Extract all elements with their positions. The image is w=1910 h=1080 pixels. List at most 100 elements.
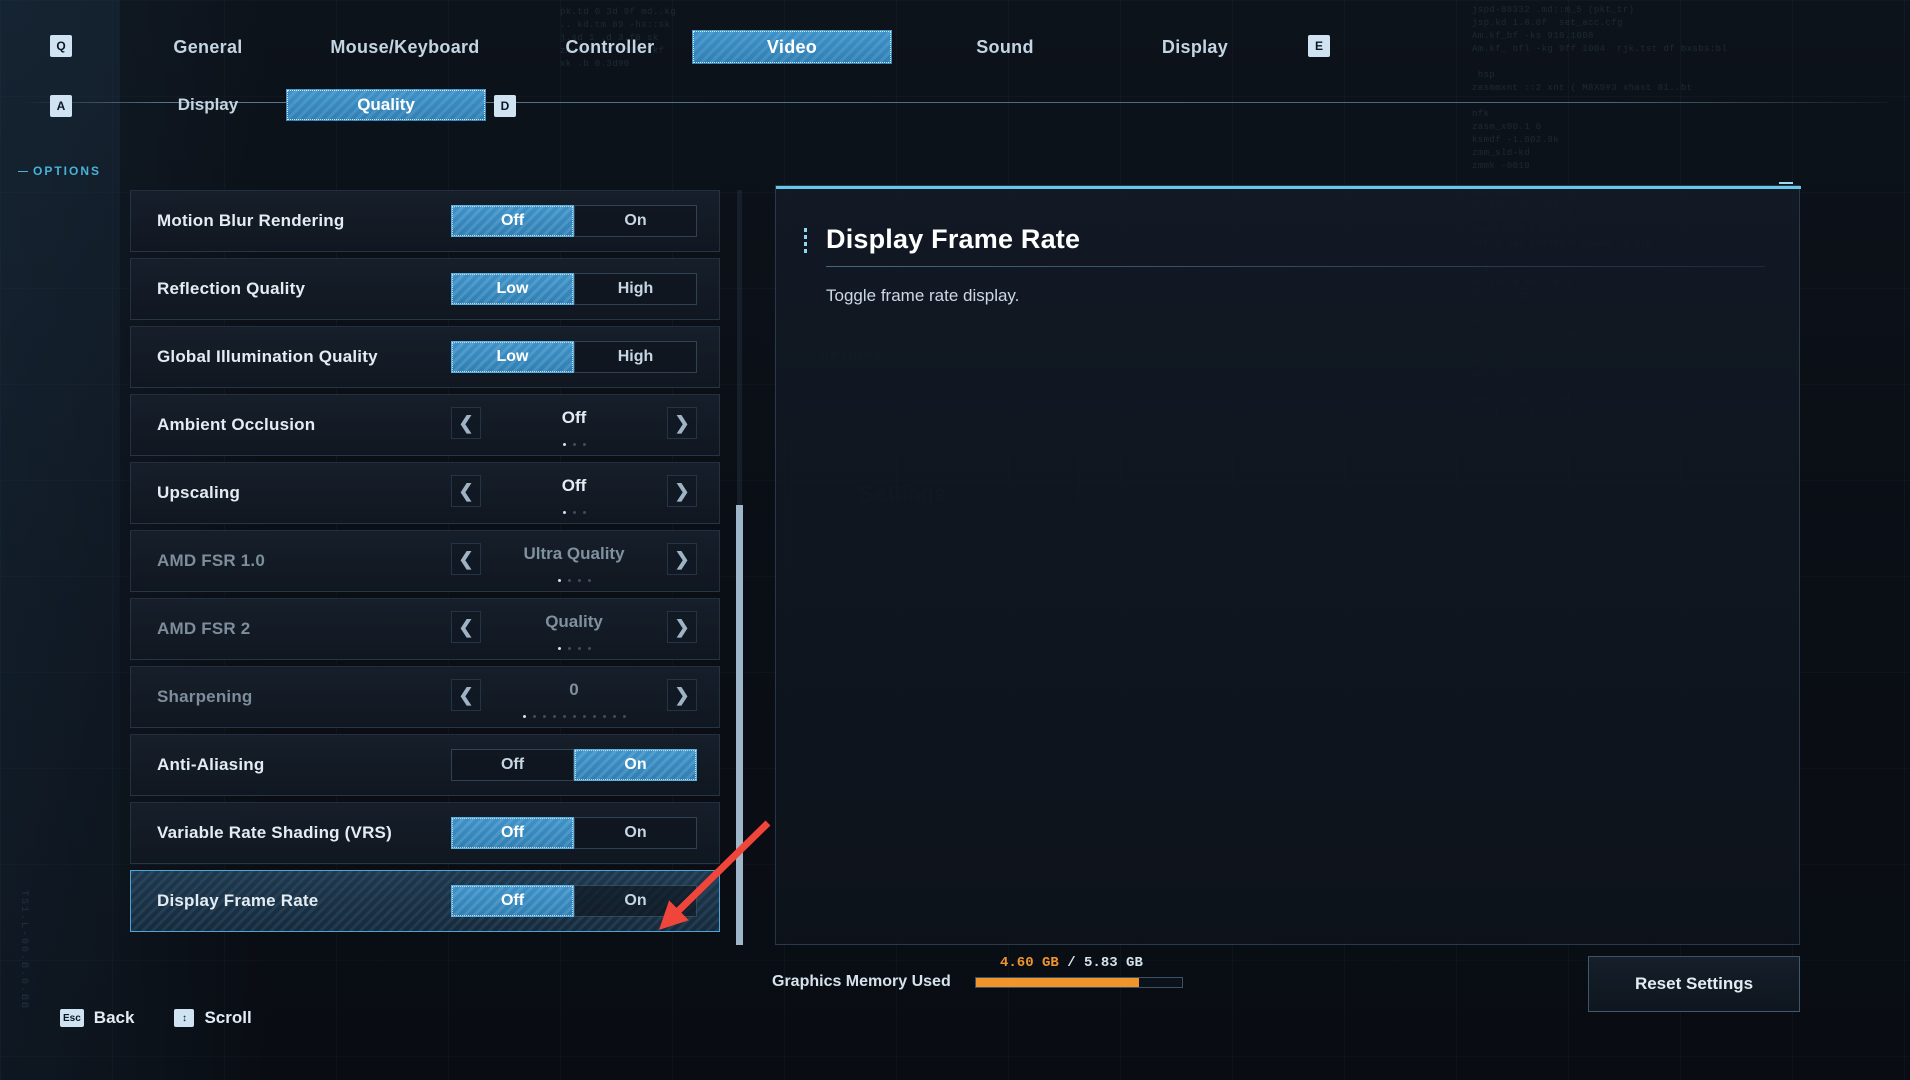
stepper-dot [552, 715, 556, 718]
stepper-dot [557, 579, 561, 582]
detail-title-underline [826, 266, 1765, 267]
stepper-dot [622, 715, 626, 718]
setting-stepper: ❮ ❯ Ultra Quality [451, 541, 697, 582]
setting-row-sharpening[interactable]: Sharpening ❮ ❯ 0 [130, 666, 720, 728]
setting-label: Upscaling [157, 483, 241, 502]
chevron-left-icon[interactable]: ❮ [451, 543, 481, 575]
sub-tab-quality[interactable]: Quality [286, 89, 486, 121]
chevron-right-icon[interactable]: ❯ [667, 611, 697, 643]
sub-tab-display[interactable]: Display [148, 89, 268, 121]
toggle-option-on[interactable]: On [574, 749, 697, 781]
setting-label: Reflection Quality [157, 279, 306, 298]
settings-scrollbar-thumb[interactable] [736, 505, 743, 945]
stepper-value: Off [561, 476, 587, 495]
main-tab-mouse-keyboard[interactable]: Mouse/Keyboard [300, 30, 510, 64]
main-tab-label: General [173, 36, 243, 57]
chevron-right-icon[interactable]: ❯ [667, 407, 697, 439]
setting-row-ambient-occlusion[interactable]: Ambient Occlusion ❮ ❯ Off [130, 394, 720, 456]
options-section-tag: OPTIONS [18, 164, 101, 178]
detail-description: Toggle frame rate display. [826, 286, 1020, 305]
chevron-left-icon[interactable]: ❮ [451, 679, 481, 711]
toggle-option-on[interactable]: On [574, 885, 697, 917]
next-tab-key-hint[interactable]: E [1308, 35, 1330, 57]
stepper-dot [532, 715, 536, 718]
stepper-dot [582, 511, 586, 514]
stepper-position-dots [485, 579, 663, 582]
main-tab-bar: Q E General Mouse/Keyboard Controller Video… [0, 22, 1910, 103]
setting-row-motion-blur-rendering[interactable]: Motion Blur Rendering Off On [130, 190, 720, 252]
stepper-dot [592, 715, 596, 718]
setting-row-variable-rate-shading-vrs[interactable]: Variable Rate Shading (VRS) Off On [130, 802, 720, 864]
background-vertical-code: TS1.L-00.B.0.BB [18, 890, 29, 1011]
stepper-value: Ultra Quality [523, 544, 625, 563]
graphics-memory-separator: / [1067, 955, 1076, 971]
detail-accent-nub [1779, 182, 1793, 184]
setting-label: AMD FSR 1.0 [157, 551, 265, 570]
reset-settings-button[interactable]: Reset Settings [1588, 956, 1800, 1012]
toggle-option-on[interactable]: On [574, 205, 697, 237]
chevron-right-icon[interactable]: ❯ [667, 543, 697, 575]
setting-stepper: ❮ ❯ 0 [451, 677, 697, 718]
main-tab-video[interactable]: Video [692, 30, 892, 64]
stepper-dot [587, 579, 591, 582]
stepper-dot [577, 647, 581, 650]
main-tab-general[interactable]: General [148, 30, 268, 64]
footer-hint-label: Scroll [204, 1008, 252, 1027]
toggle-option-off[interactable]: Off [451, 205, 574, 237]
setting-row-amd-fsr-2[interactable]: AMD FSR 2 ❮ ❯ Quality [130, 598, 720, 660]
prev-subtab-key-hint[interactable]: A [50, 95, 72, 117]
toggle-option-off[interactable]: Off [451, 749, 574, 781]
toggle-option-high[interactable]: High [574, 273, 697, 305]
main-tab-sound[interactable]: Sound [950, 30, 1060, 64]
stepper-position-dots [485, 511, 663, 514]
setting-label: Global Illumination Quality [157, 347, 378, 366]
footer-hint-scroll[interactable]: ↕ Scroll [174, 1008, 252, 1028]
setting-label: Sharpening [157, 687, 253, 706]
setting-stepper: ❮ ❯ Off [451, 405, 697, 446]
setting-toggle: Off On [451, 817, 697, 849]
background-left-gradient [0, 0, 120, 1080]
setting-row-global-illumination-quality[interactable]: Global Illumination Quality Low High [130, 326, 720, 388]
toggle-option-off[interactable]: Off [451, 885, 574, 917]
toggle-option-off[interactable]: Off [451, 817, 574, 849]
chevron-left-icon[interactable]: ❮ [451, 475, 481, 507]
setting-row-upscaling[interactable]: Upscaling ❮ ❯ Off [130, 462, 720, 524]
detail-title-marker [804, 228, 807, 256]
toggle-option-on[interactable]: On [574, 817, 697, 849]
main-tab-label: Controller [565, 36, 655, 57]
main-tab-display[interactable]: Display [1130, 30, 1260, 64]
setting-row-anti-aliasing[interactable]: Anti-Aliasing Off On [130, 734, 720, 796]
setting-stepper: ❮ ❯ Quality [451, 609, 697, 650]
setting-row-display-frame-rate[interactable]: Display Frame Rate Off On [130, 870, 720, 932]
stepper-dot [572, 715, 576, 718]
setting-row-amd-fsr-1-0[interactable]: AMD FSR 1.0 ❮ ❯ Ultra Quality [130, 530, 720, 592]
main-tab-controller[interactable]: Controller [540, 30, 680, 64]
stepper-dot [582, 443, 586, 446]
chevron-left-icon[interactable]: ❮ [451, 611, 481, 643]
toggle-option-low[interactable]: Low [451, 273, 574, 305]
stepper-dot [572, 443, 576, 446]
settings-list: Motion Blur Rendering Off On Reflection Qua… [130, 190, 720, 938]
setting-label: Ambient Occlusion [157, 415, 316, 434]
chevron-right-icon[interactable]: ❯ [667, 679, 697, 711]
settings-screen: jspd-88332 .md::m_5 (pkt_tr) jsp.kd 1.8.… [0, 0, 1910, 1080]
toggle-option-low[interactable]: Low [451, 341, 574, 373]
stepper-dot [542, 715, 546, 718]
sub-tab-bar: A D Display Quality [0, 84, 1910, 128]
chevron-right-icon[interactable]: ❯ [667, 475, 697, 507]
setting-toggle: Low High [451, 273, 697, 305]
graphics-memory-readout: 4.60 GB / 5.83 GB [1000, 955, 1143, 971]
main-tab-label: Mouse/Keyboard [330, 36, 480, 57]
detail-accent-line [776, 182, 1801, 189]
graphics-memory-bar [975, 977, 1183, 988]
next-subtab-key-hint[interactable]: D [494, 95, 516, 117]
setting-toggle: Off On [451, 205, 697, 237]
toggle-option-high[interactable]: High [574, 341, 697, 373]
setting-label: Anti-Aliasing [157, 755, 265, 774]
chevron-left-icon[interactable]: ❮ [451, 407, 481, 439]
graphics-memory-total: 5.83 GB [1084, 955, 1143, 971]
setting-row-reflection-quality[interactable]: Reflection Quality Low High [130, 258, 720, 320]
setting-label: AMD FSR 2 [157, 619, 251, 638]
footer-hint-back[interactable]: Esc Back [60, 1008, 134, 1028]
prev-tab-key-hint[interactable]: Q [50, 35, 72, 57]
